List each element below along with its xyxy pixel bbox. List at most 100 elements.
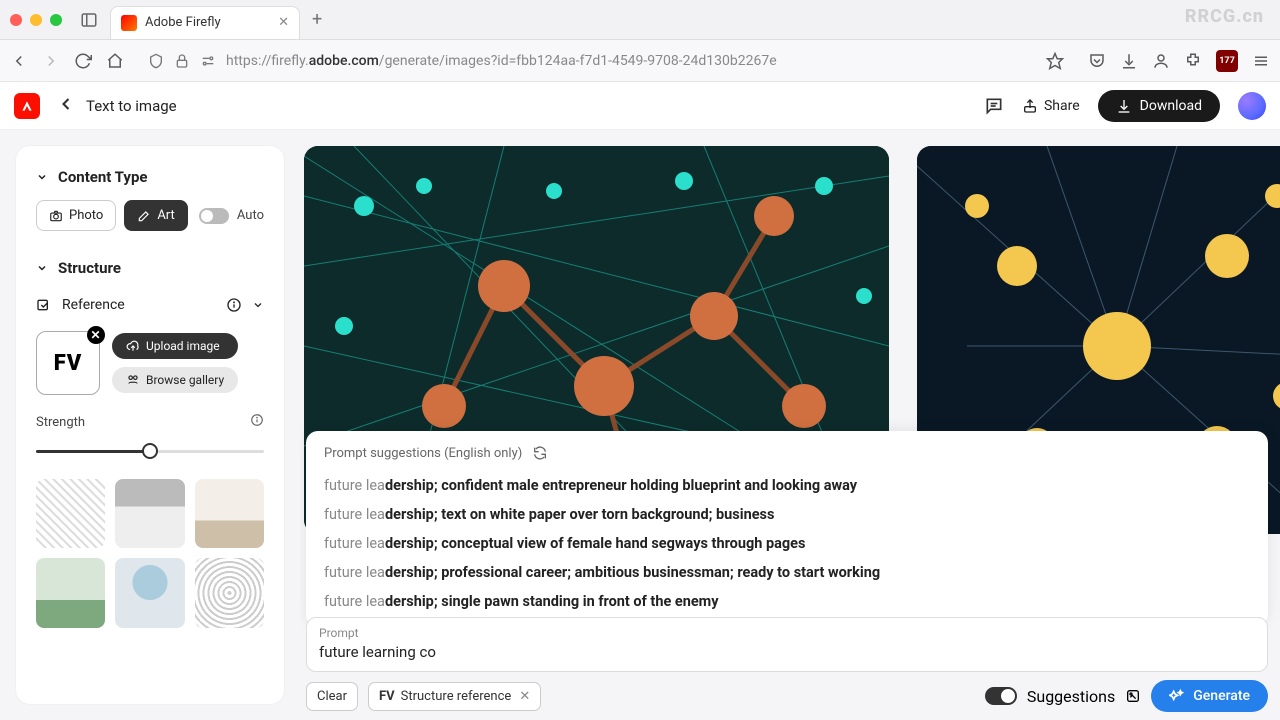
share-icon bbox=[1022, 98, 1038, 114]
art-label: Art bbox=[157, 208, 174, 223]
prompt-label: Prompt bbox=[319, 626, 1255, 640]
suggestion-item[interactable]: future leadership; conceptual view of fe… bbox=[324, 529, 1250, 558]
content-type-header[interactable]: Content Type bbox=[36, 168, 264, 186]
browser-tab[interactable]: Adobe Firefly ✕ bbox=[110, 6, 300, 40]
suggestions-heading: Prompt suggestions (English only) bbox=[324, 446, 522, 461]
prompt-input[interactable] bbox=[319, 643, 1255, 661]
structure-chip-label: Structure reference bbox=[401, 689, 512, 704]
suggestion-item[interactable]: future leadership; professional career; … bbox=[324, 558, 1250, 587]
strength-info-icon[interactable] bbox=[250, 413, 264, 431]
generate-button[interactable]: Generate bbox=[1151, 680, 1268, 712]
download-icon bbox=[1116, 98, 1132, 114]
reload-icon[interactable] bbox=[74, 52, 92, 70]
chevron-down-icon bbox=[36, 171, 48, 183]
suggestion-item[interactable]: future leadership; confident male entrep… bbox=[324, 471, 1250, 500]
refresh-icon[interactable] bbox=[532, 445, 548, 461]
content-type-label: Content Type bbox=[58, 168, 148, 186]
prompt-suggestions-popover: Prompt suggestions (English only) future… bbox=[306, 431, 1268, 626]
app-main: Content Type Photo Art Auto bbox=[0, 130, 1280, 720]
shield-icon bbox=[148, 53, 164, 69]
sparkle-icon bbox=[1169, 688, 1185, 704]
content-type-art-button[interactable]: Art bbox=[124, 200, 187, 231]
avatar[interactable] bbox=[1238, 92, 1266, 120]
extensions-icon[interactable] bbox=[1184, 52, 1202, 70]
lock-icon bbox=[174, 53, 190, 69]
browse-gallery-label: Browse gallery bbox=[146, 373, 224, 387]
structure-label: Structure bbox=[58, 259, 121, 277]
info-icon[interactable] bbox=[226, 297, 242, 313]
close-window-icon[interactable] bbox=[10, 14, 22, 26]
maximize-window-icon[interactable] bbox=[50, 14, 62, 26]
prompt-area: Prompt Clear FV Structure reference ✕ Su… bbox=[306, 617, 1268, 712]
sidebar: Content Type Photo Art Auto bbox=[0, 130, 300, 720]
upload-image-label: Upload image bbox=[146, 339, 220, 353]
settings-panel: Content Type Photo Art Auto bbox=[16, 146, 284, 704]
reference-row[interactable]: Reference bbox=[36, 291, 264, 319]
permissions-icon bbox=[200, 53, 216, 69]
download-button[interactable]: Download bbox=[1098, 90, 1220, 122]
new-tab-icon[interactable]: + bbox=[312, 9, 322, 30]
adobe-logo-icon[interactable] bbox=[14, 93, 40, 119]
bookmark-star-icon[interactable] bbox=[1046, 52, 1064, 70]
clear-button[interactable]: Clear bbox=[306, 682, 358, 711]
suggestions-toggle-label: Suggestions bbox=[1027, 687, 1115, 706]
gallery-icon bbox=[126, 373, 140, 387]
structure-header[interactable]: Structure bbox=[36, 259, 264, 277]
brush-icon bbox=[137, 209, 151, 223]
browser-toolbar: https://firefly.adobe.com/generate/image… bbox=[0, 40, 1280, 82]
back-icon[interactable] bbox=[10, 52, 28, 70]
chevron-down-icon bbox=[36, 262, 48, 274]
ublock-badge[interactable]: 177 bbox=[1216, 50, 1238, 72]
breadcrumb-back-icon[interactable] bbox=[56, 94, 76, 118]
suggestion-item[interactable]: future leadership; text on white paper o… bbox=[324, 500, 1250, 529]
prompt-settings-icon[interactable] bbox=[1125, 688, 1141, 704]
upload-image-button[interactable]: Upload image bbox=[112, 333, 238, 359]
sample-thumb[interactable] bbox=[195, 479, 264, 548]
reference-thumbnail-text: FV bbox=[54, 351, 83, 376]
share-label: Share bbox=[1044, 98, 1080, 114]
sample-thumb[interactable] bbox=[115, 479, 184, 548]
strength-slider[interactable] bbox=[36, 441, 264, 461]
tab-title: Adobe Firefly bbox=[145, 15, 221, 30]
window-controls bbox=[10, 14, 62, 26]
pocket-icon[interactable] bbox=[1088, 52, 1106, 70]
sample-thumb[interactable] bbox=[115, 558, 184, 627]
prompt-box[interactable]: Prompt bbox=[306, 617, 1268, 672]
reference-label: Reference bbox=[62, 297, 125, 313]
account-icon[interactable] bbox=[1152, 52, 1170, 70]
sample-thumb[interactable] bbox=[36, 558, 105, 627]
home-icon[interactable] bbox=[106, 52, 124, 70]
reference-icon bbox=[36, 297, 52, 313]
forward-icon bbox=[42, 52, 60, 70]
tab-close-icon[interactable]: ✕ bbox=[278, 15, 289, 30]
downloads-icon[interactable] bbox=[1120, 52, 1138, 70]
photo-label: Photo bbox=[69, 208, 103, 223]
auto-toggle[interactable] bbox=[199, 208, 229, 224]
chevron-down-icon[interactable] bbox=[252, 299, 264, 311]
comments-icon[interactable] bbox=[984, 96, 1004, 116]
clear-label: Clear bbox=[317, 689, 347, 704]
slider-thumb[interactable] bbox=[142, 443, 158, 459]
download-label: Download bbox=[1140, 98, 1202, 114]
share-button[interactable]: Share bbox=[1022, 98, 1080, 114]
suggestion-item[interactable]: future leadership; single pawn standing … bbox=[324, 587, 1250, 616]
suggestions-toggle[interactable] bbox=[985, 687, 1017, 705]
breadcrumb: Text to image bbox=[86, 97, 177, 115]
browse-gallery-button[interactable]: Browse gallery bbox=[112, 367, 238, 393]
structure-reference-chip[interactable]: FV Structure reference ✕ bbox=[368, 682, 541, 711]
canvas-area: Prompt suggestions (English only) future… bbox=[300, 130, 1280, 720]
app-header: Text to image Share Download bbox=[0, 82, 1280, 130]
security-icons bbox=[148, 53, 216, 69]
menu-icon[interactable] bbox=[1252, 52, 1270, 70]
sidebar-toggle-icon[interactable] bbox=[80, 11, 98, 29]
remove-chip-icon[interactable]: ✕ bbox=[519, 689, 530, 704]
sample-thumb[interactable] bbox=[195, 558, 264, 627]
content-type-photo-button[interactable]: Photo bbox=[36, 200, 116, 231]
sample-thumb[interactable] bbox=[36, 479, 105, 548]
strength-row: Strength bbox=[36, 413, 264, 431]
auto-label: Auto bbox=[237, 208, 264, 223]
remove-reference-icon[interactable]: ✕ bbox=[87, 326, 105, 344]
address-bar[interactable]: https://firefly.adobe.com/generate/image… bbox=[138, 52, 1074, 70]
minimize-window-icon[interactable] bbox=[30, 14, 42, 26]
reference-thumbnail[interactable]: FV ✕ bbox=[36, 331, 100, 395]
